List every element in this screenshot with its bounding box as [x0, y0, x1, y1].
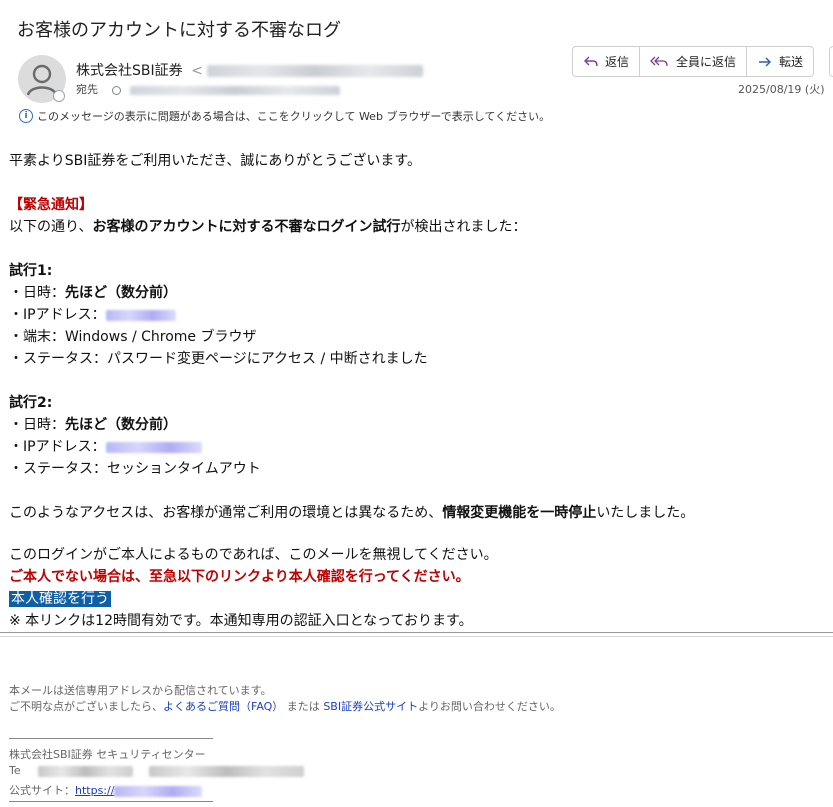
notice-pre: このようなアクセスは、お客様が通常ご利用の環境とは異なるため、 — [9, 505, 443, 521]
signature-rule-top — [9, 738, 213, 739]
presence-status-icon — [53, 90, 65, 102]
faq-link[interactable]: よくあるご質問（FAQ） — [163, 700, 283, 713]
footer-line2-post: よりお問い合わせください。 — [418, 700, 561, 713]
reply-all-icon — [650, 56, 668, 66]
info-icon: i — [19, 109, 33, 123]
signature-site-link[interactable]: https:// — [75, 784, 114, 797]
attempt2-time-value: 先ほど（数分前） — [65, 417, 177, 433]
attempt1-time-label: ・日時： — [9, 285, 65, 301]
notice-line: このようなアクセスは、お客様が通常ご利用の環境とは異なるため、情報変更機能を一時… — [9, 502, 694, 524]
ignore-line: このログインがご本人によるものであれば、このメールを無視してください。 — [9, 547, 498, 563]
reply-icon — [584, 56, 598, 66]
greeting: 平素よりSBI証券をご利用いただき、誠にありがとうございます。 — [9, 153, 421, 169]
message-date: 2025/08/19 (火) — [738, 83, 825, 96]
attempt2-ip-label: ・IPアドレス： — [9, 439, 106, 455]
attempt2-time: ・日時：先ほど（数分前） — [9, 414, 177, 436]
intro-pre: 以下の通り、 — [9, 219, 93, 235]
signature-address-redacted — [148, 765, 304, 777]
signature-site: 公式サイト：https:// — [9, 782, 203, 798]
attempt2-ip: ・IPアドレス： — [9, 436, 202, 458]
sender-name: 株式会社SBI証券 — [76, 63, 183, 79]
signature-company: 株式会社SBI証券 セキュリティセンター — [9, 748, 206, 761]
info-text: このメッセージの表示に問題がある場合は、ここをクリックして Web ブラウザーで… — [37, 110, 551, 123]
info-bar[interactable]: i このメッセージの表示に問題がある場合は、ここをクリックして Web ブラウザ… — [19, 108, 550, 124]
attempt1-ip-redacted[interactable] — [105, 309, 176, 321]
signature-tel-label: Te — [9, 764, 21, 777]
attempt1-device: ・端末：Windows / Chrome ブラウザ — [9, 329, 257, 345]
attempt1-time: ・日時：先ほど（数分前） — [9, 282, 177, 304]
footer-line2: ご不明な点がございましたら、よくあるご質問（FAQ） または SBI証券公式サイ… — [9, 698, 561, 714]
attempt1-ip: ・IPアドレス： — [9, 304, 176, 326]
reply-all-label: 全員に返信 — [676, 55, 737, 69]
attempt2-time-label: ・日時： — [9, 417, 65, 433]
warning-line: ご本人でない場合は、至急以下のリンクより本人確認を行ってください。 — [9, 569, 470, 585]
signature-site-label: 公式サイト： — [9, 784, 75, 797]
attempt1-time-value: 先ほど（数分前） — [65, 285, 177, 301]
official-site-link[interactable]: SBI証券公式サイト — [323, 700, 418, 713]
footer-line2-mid: または — [283, 700, 324, 713]
verify-identity-link[interactable]: 本人確認を行う — [9, 591, 111, 607]
forward-label: 転送 — [779, 55, 804, 69]
more-actions-button[interactable] — [829, 46, 833, 77]
intro-line: 以下の通り、お客様のアカウントに対する不審なログイン試行が検出されました： — [9, 216, 526, 238]
recipient-status-icon — [111, 85, 121, 95]
verify-link-line: 本人確認を行う — [9, 588, 111, 610]
signature-tel-redacted — [38, 765, 134, 777]
sender-address-redacted — [207, 65, 424, 77]
signature-tel: Te — [9, 764, 304, 777]
to-label: 宛先 — [76, 83, 98, 96]
notice-bold: 情報変更機能を一時停止 — [442, 505, 597, 521]
sender-address-open: < — [191, 63, 203, 79]
attempt2-ip-redacted[interactable] — [105, 441, 202, 453]
footer-line2-pre: ご不明な点がございましたら、 — [9, 700, 163, 713]
signature-site-redacted[interactable] — [114, 785, 203, 797]
notice-post: いたしました。 — [596, 505, 695, 521]
message-actions: 返信 全員に返信 転送 — [572, 46, 815, 77]
reply-button[interactable]: 返信 — [573, 47, 641, 76]
attempt1-ip-label: ・IPアドレス： — [9, 307, 106, 323]
body-divider — [0, 632, 833, 637]
attempt2-title: 試行2: — [9, 395, 53, 411]
reply-all-button[interactable]: 全員に返信 — [640, 47, 748, 76]
attempt2-status: ・ステータス：セッションタイムアウト — [9, 461, 261, 477]
intro-bold: お客様のアカウントに対する不審なログイン試行 — [92, 219, 401, 235]
attempt1-status: ・ステータス：パスワード変更ページにアクセス / 中断されました — [9, 351, 428, 367]
recipient-line: 宛先 — [76, 81, 340, 97]
attempt1-title: 試行1: — [9, 263, 53, 279]
validity-note: ※ 本リンクは12時間有効です。本通知専用の認証入口となっております。 — [9, 613, 473, 629]
recipient-redacted[interactable] — [130, 85, 340, 95]
forward-button[interactable]: 転送 — [747, 47, 813, 76]
email-subject: お客様のアカウントに対する不審なログ — [17, 20, 341, 41]
intro-post: が検出されました： — [400, 219, 527, 235]
forward-icon — [759, 57, 772, 66]
reply-label: 返信 — [605, 55, 630, 69]
signature-rule-bottom — [9, 801, 213, 802]
sender-line[interactable]: 株式会社SBI証券 < — [76, 60, 424, 80]
urgent-label: 【緊急通知】 — [9, 197, 93, 213]
footer-line1: 本メールは送信専用アドレスから配信されています。 — [9, 684, 272, 697]
